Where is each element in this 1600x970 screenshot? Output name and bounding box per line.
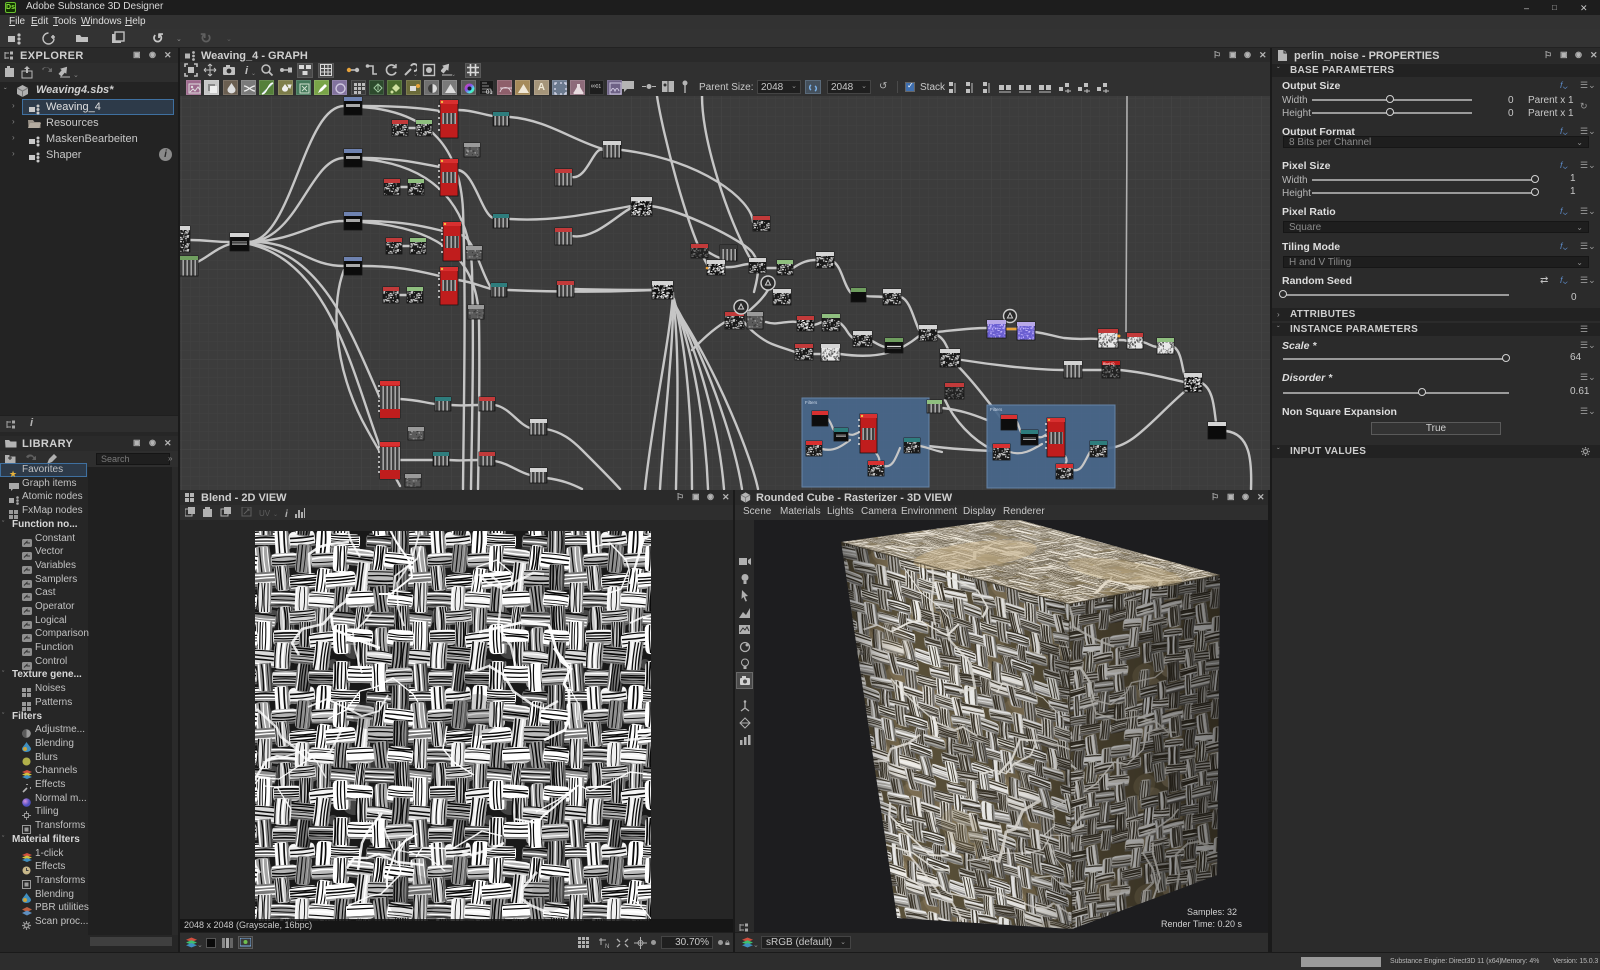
svg-text:Filters: Filters [805, 400, 818, 405]
svg-text:⌄: ⌄ [413, 72, 417, 78]
svg-text:⌄: ⌄ [73, 72, 79, 79]
svg-text:⌄: ⌄ [451, 72, 455, 78]
svg-text:Filters: Filters [990, 407, 1003, 412]
svg-text:⌄: ⌄ [176, 36, 182, 43]
svg-text:⌄: ⌄ [273, 512, 278, 518]
svg-text:↺: ↺ [152, 30, 164, 46]
svg-text:⌄: ⌄ [251, 71, 255, 77]
svg-text:i: i [245, 65, 249, 77]
svg-text:BlurHQ: BlurHQ [1103, 362, 1115, 366]
svg-text:01: 01 [486, 90, 493, 95]
svg-text:i: i [285, 509, 288, 519]
svg-text:↻: ↻ [200, 30, 212, 46]
svg-text:N: N [605, 944, 609, 949]
svg-text:⌄: ⌄ [226, 36, 232, 43]
svg-text:UV: UV [259, 509, 271, 518]
